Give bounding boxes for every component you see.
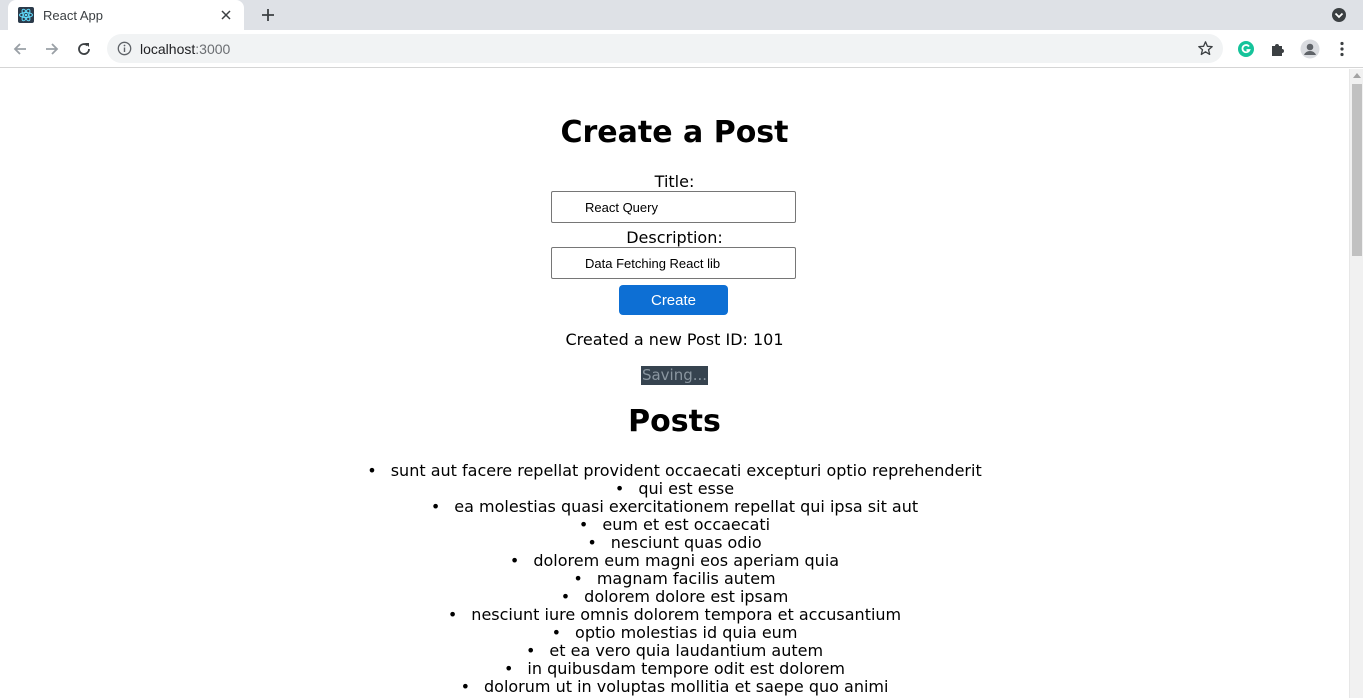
list-item: qui est esse bbox=[0, 480, 1349, 498]
extensions-icon[interactable] bbox=[1268, 39, 1288, 59]
react-favicon-icon bbox=[18, 7, 34, 23]
plus-icon[interactable] bbox=[258, 5, 278, 25]
list-item: dolorum ut in voluptas mollitia et saepe… bbox=[0, 678, 1349, 696]
list-item: nesciunt quas odio bbox=[0, 534, 1349, 552]
list-item: nesciunt iure omnis dolorem tempora et a… bbox=[0, 606, 1349, 624]
created-message: Created a new Post ID: 101 bbox=[565, 330, 784, 349]
list-item: dolorem dolore est ipsam bbox=[0, 588, 1349, 606]
scrollbar-thumb[interactable] bbox=[1352, 84, 1362, 256]
list-item: ea molestias quasi exercitationem repell… bbox=[0, 498, 1349, 516]
close-icon[interactable] bbox=[218, 7, 234, 23]
back-icon[interactable] bbox=[10, 39, 30, 59]
list-item: sunt aut facere repellat provident occae… bbox=[0, 462, 1349, 480]
list-item: in quibusdam tempore odit est dolorem bbox=[0, 660, 1349, 678]
menu-icon[interactable] bbox=[1332, 39, 1352, 59]
tab-search-icon[interactable] bbox=[1331, 7, 1347, 23]
title-label: Title: bbox=[654, 172, 695, 191]
description-input[interactable] bbox=[551, 247, 796, 279]
url-port: :3000 bbox=[195, 41, 231, 57]
description-label: Description: bbox=[626, 228, 723, 247]
tab-title: React App bbox=[43, 7, 103, 23]
profile-icon[interactable] bbox=[1300, 39, 1320, 59]
list-item: dolorem eum magni eos aperiam quia bbox=[0, 552, 1349, 570]
page-viewport: Create a Post Title: Description: Create… bbox=[0, 69, 1349, 698]
tab-strip: React App bbox=[0, 0, 1363, 30]
list-item: magnam facilis autem bbox=[0, 570, 1349, 588]
title-input[interactable] bbox=[551, 191, 796, 223]
url-text: localhost:3000 bbox=[140, 41, 230, 57]
reload-icon[interactable] bbox=[74, 39, 94, 59]
scroll-up-icon[interactable] bbox=[1353, 73, 1361, 78]
create-button[interactable]: Create bbox=[619, 285, 728, 315]
saving-text: Saving... bbox=[640, 366, 709, 385]
list-item: et ea vero quia laudantium autem bbox=[0, 642, 1349, 660]
list-item: optio molestias id quia eum bbox=[0, 624, 1349, 642]
address-bar[interactable]: localhost:3000 bbox=[107, 34, 1223, 63]
list-item: eum et est occaecati bbox=[0, 516, 1349, 534]
url-host: localhost bbox=[140, 41, 196, 57]
page-scrollbar[interactable] bbox=[1349, 69, 1363, 698]
posts-heading: Posts bbox=[628, 404, 721, 439]
saving-status: Saving... bbox=[0, 365, 1349, 385]
browser-toolbar: localhost:3000 bbox=[0, 30, 1363, 68]
grammarly-icon[interactable] bbox=[1236, 39, 1256, 59]
posts-list: sunt aut facere repellat provident occae… bbox=[0, 462, 1349, 696]
info-icon[interactable] bbox=[117, 41, 132, 56]
forward-icon[interactable] bbox=[42, 39, 62, 59]
page-title: Create a Post bbox=[560, 115, 789, 150]
star-icon[interactable] bbox=[1197, 40, 1214, 57]
browser-tab[interactable]: React App bbox=[8, 0, 244, 30]
